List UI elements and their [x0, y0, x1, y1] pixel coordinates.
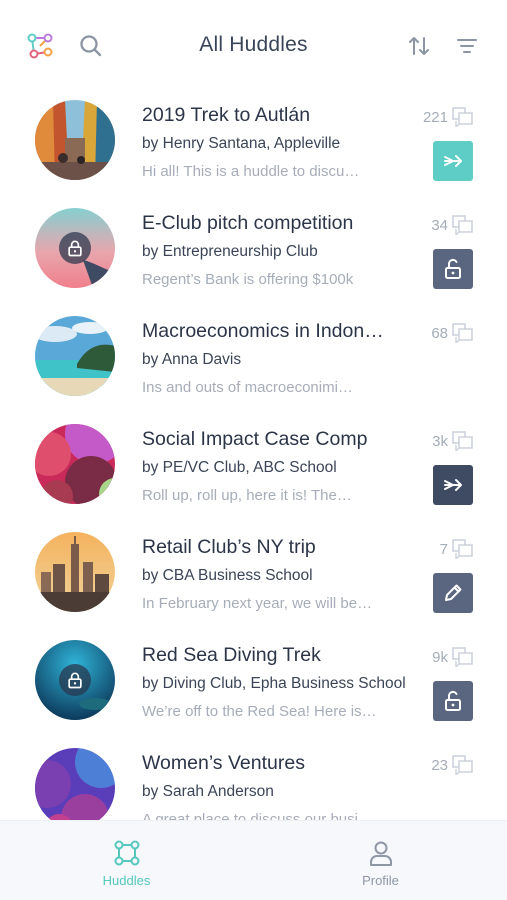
huddle-organizer: by PE/VC Club, ABC School [142, 459, 337, 476]
message-count: 9k [432, 647, 474, 667]
huddle-preview: A great place to discuss our busi… [142, 811, 373, 820]
tab-profile[interactable]: Profile [254, 821, 507, 900]
sort-icon[interactable] [401, 28, 437, 64]
huddle-title: E-Club pitch competition [142, 212, 354, 234]
huddle-preview: Ins and outs of macroeconimi… [142, 379, 353, 396]
lock-icon [59, 664, 91, 696]
request-access-button[interactable] [433, 249, 473, 289]
huddle-list[interactable]: 2019 Trek to Autlán by Henry Santana, Ap… [0, 92, 507, 820]
huddle-organizer: by Henry Santana, Appleville [142, 135, 341, 152]
huddle-title: Retail Club’s NY trip [142, 536, 316, 558]
tab-label: Profile [362, 873, 399, 888]
huddle-title: Women’s Ventures [142, 752, 305, 774]
huddle-row[interactable]: Retail Club’s NY trip by CBA Business Sc… [0, 524, 507, 632]
tab-huddles[interactable]: Huddles [0, 821, 253, 900]
huddle-preview: We’re off to the Red Sea! Here is… [142, 703, 377, 720]
message-count-value: 221 [422, 108, 448, 126]
unlock-icon [441, 257, 465, 281]
huddles-network-icon [114, 840, 139, 866]
edit-icon [441, 581, 465, 605]
huddle-organizer: by Anna Davis [142, 351, 242, 368]
message-count: 34 [431, 215, 474, 235]
app-header: All Huddles [0, 0, 507, 92]
huddle-organizer: by CBA Business School [142, 567, 313, 584]
join-button[interactable] [433, 465, 473, 505]
huddle-avatar [35, 100, 115, 180]
huddle-row[interactable]: Women’s Ventures by Sarah Anderson A gre… [0, 740, 507, 820]
tab-label: Huddles [102, 873, 151, 888]
messages-icon [452, 215, 474, 235]
messages-icon [452, 647, 474, 667]
lock-icon [59, 232, 91, 264]
huddle-preview: Roll up, roll up, here it is! The… [142, 487, 352, 504]
messages-icon [452, 755, 474, 775]
join-icon [441, 473, 465, 497]
huddle-organizer: by Diving Club, Epha Business School [142, 675, 406, 692]
message-count-value: 34 [431, 216, 448, 234]
join-button[interactable] [433, 141, 473, 181]
messages-icon [452, 323, 474, 343]
message-count: 7 [440, 539, 474, 559]
huddle-row[interactable]: E-Club pitch competition by Entrepreneur… [0, 200, 507, 308]
messages-icon [452, 539, 474, 559]
huddle-row[interactable]: 2019 Trek to Autlán by Henry Santana, Ap… [0, 92, 507, 200]
bottom-tab-bar: Huddles Profile [0, 820, 507, 900]
message-count-value: 68 [431, 324, 448, 342]
huddle-title: Macroeconomics in Indon… [142, 320, 384, 342]
message-count: 221 [423, 107, 474, 127]
edit-button[interactable] [433, 573, 473, 613]
messages-icon [452, 431, 474, 451]
huddle-avatar [35, 640, 115, 720]
huddle-preview: In February next year, we will be… [142, 595, 373, 612]
huddle-preview: Regent’s Bank is offering $100k [142, 271, 354, 288]
join-icon [441, 149, 465, 173]
request-access-button[interactable] [433, 681, 473, 721]
huddle-row[interactable]: Red Sea Diving Trek by Diving Club, Epha… [0, 632, 507, 740]
message-count: 23 [431, 755, 474, 775]
huddle-title: Social Impact Case Comp [142, 428, 368, 450]
message-count-value: 9k [432, 648, 448, 666]
huddle-title: Red Sea Diving Trek [142, 644, 321, 666]
huddle-avatar [35, 748, 115, 820]
huddle-row[interactable]: Social Impact Case Comp by PE/VC Club, A… [0, 416, 507, 524]
huddle-preview: Hi all! This is a huddle to discu… [142, 163, 360, 180]
unlock-icon [441, 689, 465, 713]
huddle-organizer: by Sarah Anderson [142, 783, 274, 800]
huddle-avatar [35, 316, 115, 396]
huddle-avatar [35, 424, 115, 504]
huddle-avatar [35, 532, 115, 612]
messages-icon [452, 107, 474, 127]
message-count: 3k [432, 431, 474, 451]
message-count: 68 [431, 323, 474, 343]
message-count-value: 23 [431, 756, 448, 774]
huddle-avatar [35, 208, 115, 288]
message-count-value: 7 [439, 540, 448, 558]
huddle-row[interactable]: Macroeconomics in Indon… by Anna Davis I… [0, 308, 507, 416]
message-count-value: 3k [432, 432, 448, 450]
person-icon [369, 841, 392, 866]
huddle-title: 2019 Trek to Autlán [142, 104, 311, 126]
huddle-organizer: by Entrepreneurship Club [142, 243, 318, 260]
filter-icon[interactable] [449, 28, 485, 64]
